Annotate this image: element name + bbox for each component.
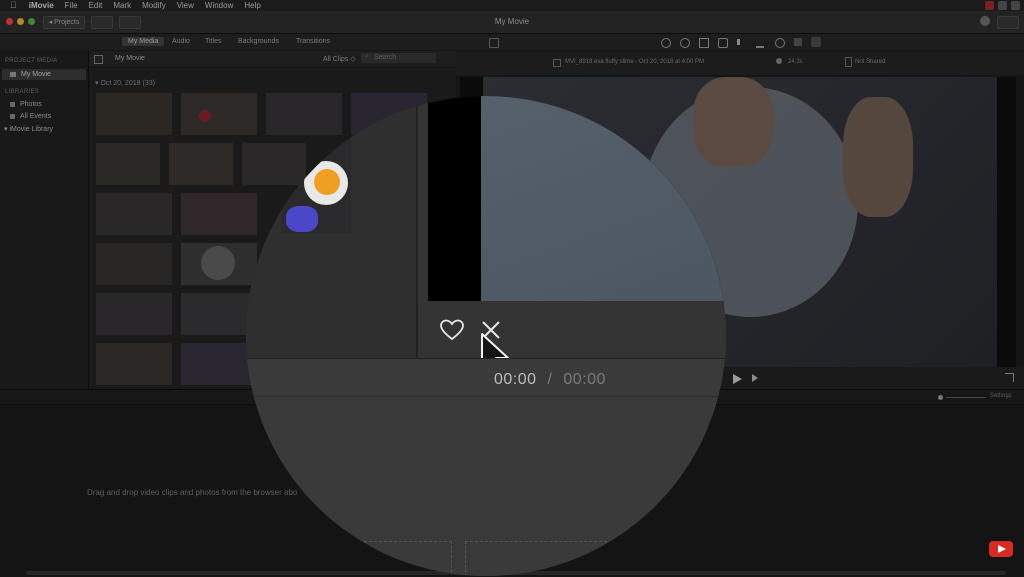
photos-icon (10, 102, 15, 107)
search-placeholder: Search (374, 54, 397, 61)
duration-icon (776, 58, 782, 64)
title-bar: ◂ Projects My Movie (0, 11, 1024, 34)
menu-imovie[interactable]: iMovie (29, 0, 54, 11)
info-icon[interactable] (811, 37, 821, 47)
zoom-slider[interactable] (946, 397, 986, 398)
tab-titles[interactable]: Titles (199, 37, 227, 46)
clip-object (199, 110, 211, 122)
status-icon[interactable] (1011, 1, 1020, 10)
sidebar-item-all-events[interactable]: All Events (20, 113, 51, 120)
search-icon: ⌕ (365, 53, 369, 60)
clip-thumbnail[interactable] (96, 193, 172, 235)
lens-clip-thumbnail (246, 136, 351, 234)
search-field[interactable]: ⌕ Search (361, 53, 436, 63)
timeline-drop-placeholder (465, 541, 607, 576)
menu-bar:  iMovie File Edit Mark Modify View Wind… (0, 0, 1024, 11)
tab-backgrounds[interactable]: Backgrounds (232, 37, 285, 46)
clip-thumbnail[interactable] (169, 143, 233, 185)
project-media-header: PROJECT MEDIA (5, 58, 58, 64)
libraries-header: LIBRARIES (5, 89, 40, 95)
browser-header: My Movie All Clips ◇ ⌕ Search (89, 51, 456, 68)
window-title: My Movie (494, 17, 530, 26)
status-icons (985, 1, 1020, 10)
share-button[interactable] (997, 16, 1019, 29)
sidebar-toggle-icon[interactable] (94, 55, 103, 64)
clip-thumbnail[interactable] (96, 343, 172, 385)
clip-object (201, 246, 235, 280)
clip-thumbnail[interactable] (96, 143, 160, 185)
date-header: ▾ Oct 20, 2018 (33) (95, 80, 155, 87)
tab-transitions[interactable]: Transitions (290, 37, 336, 46)
tab-my-media[interactable]: My Media (122, 37, 165, 46)
total-time: 00:00 (563, 371, 606, 388)
menu-mark[interactable]: Mark (113, 0, 131, 11)
sidebar-item-imovie-library[interactable]: ▾ iMovie Library (4, 125, 53, 133)
color-balance-icon[interactable] (661, 38, 671, 48)
crop-icon[interactable] (699, 38, 709, 48)
hand-image (843, 97, 913, 217)
youtube-icon (989, 541, 1013, 559)
next-icon[interactable] (752, 374, 758, 382)
volume-icon[interactable] (737, 39, 748, 45)
clip-thumbnail[interactable] (96, 243, 172, 285)
menu-view[interactable]: View (177, 0, 194, 11)
clip-icon (553, 59, 561, 67)
settings-button[interactable]: Settings (990, 393, 1012, 399)
fullscreen-icon[interactable] (1005, 373, 1014, 382)
viewer-info-bar: MVI_8918 eva fluffy slime - Oct 20, 2018… (456, 51, 1024, 75)
heart-icon[interactable] (439, 319, 465, 341)
time-separator: / (547, 371, 553, 388)
share-status: Not Shared (855, 59, 886, 65)
sidebar-item-photos[interactable]: Photos (20, 101, 42, 108)
clip-object (314, 169, 340, 195)
status-icon[interactable] (998, 1, 1007, 10)
magnifier-lens: 00:00 / 00:00 (246, 96, 726, 576)
zoom-slider-knob[interactable] (938, 395, 943, 400)
clips-filter[interactable]: All Clips ◇ (323, 55, 356, 63)
menu-modify[interactable]: Modify (142, 0, 166, 11)
clip-filter-icon[interactable] (794, 38, 802, 46)
timeline-drop-placeholder (364, 541, 452, 576)
apple-icon[interactable]:  (10, 0, 17, 11)
sidebar-item-my-movie[interactable]: My Movie (21, 71, 51, 78)
clip-object (286, 206, 318, 232)
lens-video-frame (481, 96, 726, 301)
project-icon (10, 72, 16, 77)
menu-window[interactable]: Window (205, 0, 233, 11)
status-icon[interactable] (985, 1, 994, 10)
current-time: 00:00 (494, 371, 537, 388)
noise-reduction-icon[interactable] (756, 38, 764, 48)
browser-title: My Movie (115, 55, 145, 62)
stabilization-icon[interactable] (718, 38, 728, 48)
events-icon (10, 114, 15, 119)
lens-content (246, 96, 726, 576)
magic-wand-icon[interactable] (489, 38, 499, 48)
clip-thumbnail[interactable] (96, 93, 172, 135)
share-status-icon (845, 57, 852, 67)
clip-thumbnail[interactable] (96, 293, 172, 335)
lens-timeline-line (246, 396, 726, 397)
speed-icon[interactable] (775, 38, 785, 48)
libraries-sidebar: PROJECT MEDIA My Movie LIBRARIES Photos … (0, 51, 89, 389)
playhead-time: 00:00 / 00:00 (494, 371, 606, 389)
browser-tabs: My Media Audio Titles Backgrounds Transi… (0, 34, 456, 50)
tab-audio[interactable]: Audio (166, 37, 196, 46)
enhance-icon[interactable] (980, 16, 990, 26)
play-icon[interactable] (733, 374, 742, 384)
viewer-toolbar (456, 34, 1024, 50)
menu-edit[interactable]: Edit (89, 0, 103, 11)
menu-file[interactable]: File (65, 0, 78, 11)
clip-info: MVI_8918 eva fluffy slime - Oct 20, 2018… (565, 59, 704, 65)
zoom-level: 24.3s (788, 59, 803, 65)
menu-help[interactable]: Help (244, 0, 260, 11)
color-correction-icon[interactable] (680, 38, 690, 48)
